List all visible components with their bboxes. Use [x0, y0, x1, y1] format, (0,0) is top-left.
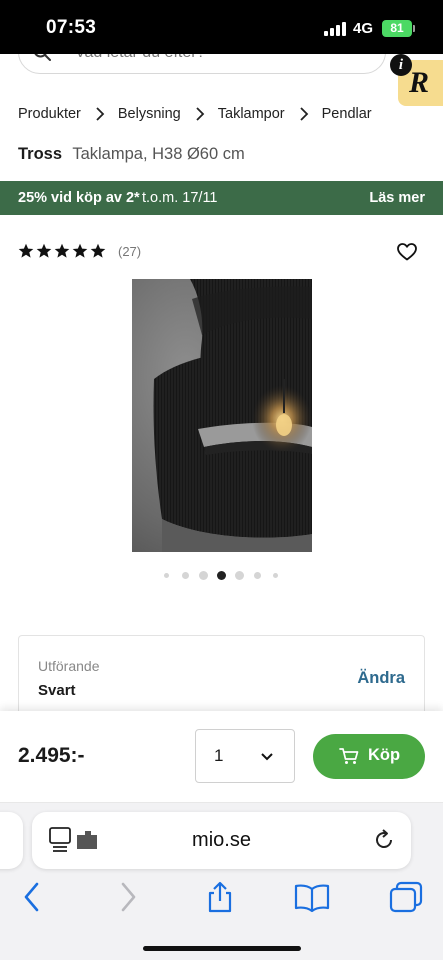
gallery-dot[interactable] — [164, 573, 169, 578]
home-indicator[interactable] — [143, 946, 301, 951]
battery-charging-icon: 81 — [382, 20, 412, 37]
gallery-dot[interactable] — [199, 571, 208, 580]
rating-stars[interactable]: (27) — [18, 243, 141, 259]
signal-bars-icon — [324, 22, 346, 36]
breadcrumb-item-pendlar[interactable]: Pendlar — [322, 106, 372, 122]
status-time: 07:53 — [46, 17, 97, 38]
star-icon — [36, 243, 52, 258]
address-bar[interactable]: mio.se — [32, 812, 411, 869]
chevron-down-icon — [261, 753, 273, 761]
star-icon — [54, 243, 70, 258]
status-bar: 07:53 4G 81 — [0, 0, 443, 54]
breadcrumb-item-produkter[interactable]: Produkter — [18, 106, 81, 122]
breadcrumb: Produkter Belysning Taklampor Pendlar — [18, 104, 372, 124]
reload-icon[interactable] — [372, 828, 396, 852]
star-icon — [18, 243, 34, 258]
breadcrumb-item-taklampor[interactable]: Taklampor — [218, 106, 285, 122]
heart-icon[interactable] — [397, 243, 417, 261]
gallery-dot[interactable] — [273, 573, 278, 578]
product-brand: Tross — [18, 145, 63, 163]
url-text: mio.se — [192, 829, 251, 851]
info-icon[interactable]: i — [390, 54, 412, 76]
back-icon[interactable] — [20, 881, 44, 913]
product-description: Taklampa, H38 Ø60 cm — [72, 145, 245, 163]
product-title: Tross Taklampa, H38 Ø60 cm — [18, 145, 245, 164]
buy-bar: 2.495:- 1 Köp — [0, 711, 443, 803]
promo-read-more-link[interactable]: Läs mer — [369, 190, 425, 206]
tabs-icon[interactable] — [388, 881, 424, 913]
buy-label: Köp — [368, 746, 401, 764]
quantity-select[interactable]: 1 — [195, 729, 295, 783]
product-image[interactable] — [132, 279, 312, 552]
r-badge-letter: R — [409, 66, 430, 99]
variant-label: Utförande — [38, 658, 100, 674]
change-variant-link[interactable]: Ändra — [357, 669, 405, 688]
gallery-dot[interactable] — [235, 571, 244, 580]
gallery-dot-active[interactable] — [217, 571, 226, 580]
cart-icon — [339, 748, 359, 764]
pendant-lamp-illustration — [132, 279, 312, 552]
battery-cap — [413, 25, 415, 32]
buy-button[interactable]: Köp — [313, 734, 425, 779]
breadcrumb-item-belysning[interactable]: Belysning — [118, 106, 181, 122]
network-label: 4G — [353, 20, 374, 37]
share-icon[interactable] — [204, 881, 236, 913]
chevron-right-icon — [300, 107, 308, 121]
forward-icon[interactable] — [116, 881, 140, 913]
chevron-right-icon — [196, 107, 205, 121]
gallery-dot[interactable] — [254, 572, 261, 579]
price: 2.495:- — [18, 744, 85, 767]
browser-toolbar — [0, 877, 443, 917]
variant-value: Svart — [38, 682, 76, 699]
promo-date: t.o.m. 17/11 — [142, 190, 218, 206]
rating-count: (27) — [118, 243, 142, 259]
quantity-value: 1 — [214, 746, 224, 765]
promo-text: 25% vid köp av 2* — [18, 190, 140, 206]
browser-chrome: mio.se — [0, 803, 443, 960]
gallery-dot[interactable] — [182, 572, 189, 579]
star-icon — [72, 243, 88, 258]
previous-tab-pill[interactable] — [0, 812, 23, 869]
promo-banner[interactable]: 25% vid köp av 2* t.o.m. 17/11 Läs mer — [0, 181, 443, 215]
bookmarks-icon[interactable] — [294, 881, 330, 913]
chevron-right-icon — [96, 107, 105, 121]
star-icon — [90, 243, 106, 258]
battery-level: 81 — [390, 21, 404, 35]
